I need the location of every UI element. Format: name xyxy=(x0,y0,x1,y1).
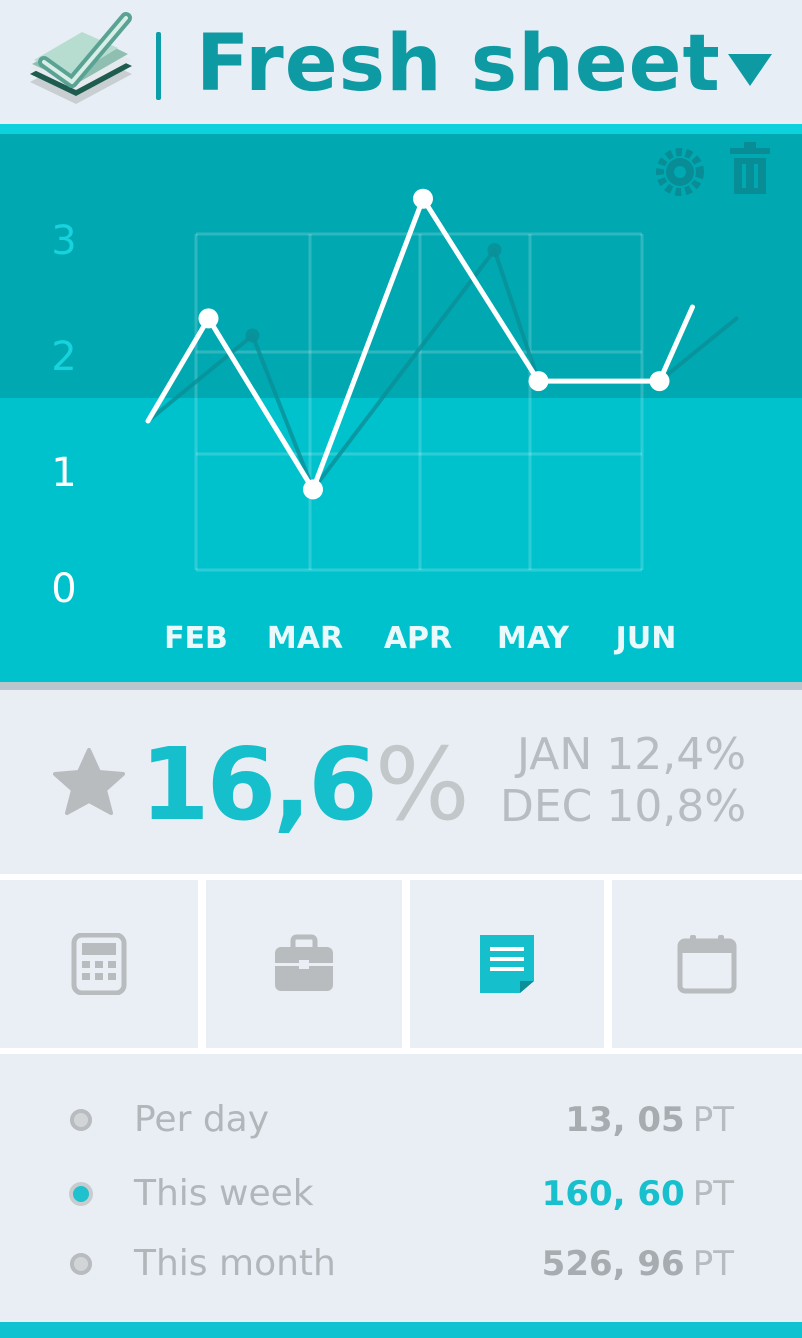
main-percentage: 16,6% xyxy=(140,730,470,840)
note-icon xyxy=(480,935,534,993)
list-item-label: This month xyxy=(134,1243,336,1284)
data-point-secondary xyxy=(245,328,260,343)
data-point xyxy=(649,371,670,392)
list-item-label: Per day xyxy=(134,1099,270,1140)
list-item[interactable]: This week 160, 60 PT xyxy=(0,1164,802,1224)
radio-bullet[interactable] xyxy=(73,1186,89,1202)
star-icon[interactable] xyxy=(52,746,126,816)
x-tick-label: APR xyxy=(384,621,452,656)
x-tick-label: JUN xyxy=(614,621,677,656)
list-item[interactable]: Per day 13, 05 PT xyxy=(0,1090,802,1150)
x-tick-label: FEB xyxy=(164,621,228,656)
y-tick-label: 1 xyxy=(51,450,76,496)
tab-note[interactable] xyxy=(410,880,604,1048)
radio-bullet[interactable] xyxy=(70,1253,92,1275)
tab-briefcase[interactable] xyxy=(206,880,402,1048)
book-check-icon xyxy=(30,12,132,104)
y-tick-label: 2 xyxy=(51,334,76,380)
list-item-value: 160, 60 PT xyxy=(541,1174,734,1214)
y-tick-label: 0 xyxy=(51,566,76,612)
y-axis: 0 1 2 3 xyxy=(51,218,76,612)
briefcase-icon xyxy=(275,934,333,991)
list-item-value: 13, 05 PT xyxy=(565,1100,734,1140)
y-tick-label: 3 xyxy=(51,218,76,264)
percentage-value: 16,6 xyxy=(140,726,378,843)
chart-panel: 0 1 2 3 FEB MAR APR MAY JUN xyxy=(0,124,802,684)
app-header: Fresh sheet xyxy=(0,0,802,124)
percentage-unit: % xyxy=(374,726,470,843)
chart-bottom-shadow xyxy=(0,682,802,690)
tab-calendar[interactable] xyxy=(612,880,802,1048)
x-axis: FEB MAR APR MAY JUN xyxy=(164,621,676,656)
caret-down-icon[interactable] xyxy=(726,50,774,88)
x-tick-label: MAR xyxy=(267,621,343,656)
list-item[interactable]: This month 526, 96 PT xyxy=(0,1234,802,1294)
data-point-secondary xyxy=(487,243,502,257)
page-title: Fresh sheet xyxy=(196,19,721,109)
radio-bullet[interactable] xyxy=(70,1109,92,1131)
comparison-jan: JAN 12,4% xyxy=(517,729,746,780)
tab-calculator[interactable] xyxy=(0,880,198,1048)
comparison-dec: DEC 10,8% xyxy=(500,781,747,832)
header-separator xyxy=(156,32,161,100)
stats-list: Per day 13, 05 PT This week 160, 60 PT Thi… xyxy=(0,1058,802,1318)
bottom-bar xyxy=(0,1322,802,1338)
data-point xyxy=(198,308,219,329)
chart-grid xyxy=(194,232,644,572)
list-item-label: This week xyxy=(134,1173,314,1214)
calendar-icon xyxy=(677,935,737,994)
data-point xyxy=(528,371,549,392)
tab-bar xyxy=(0,874,802,1054)
calculator-icon xyxy=(71,933,127,995)
gear-icon[interactable] xyxy=(656,148,704,196)
line-chart: 0 1 2 3 FEB MAR APR MAY JUN xyxy=(51,142,770,656)
x-tick-label: MAY xyxy=(497,621,570,656)
trash-icon[interactable] xyxy=(730,142,770,194)
list-item-value: 526, 96 PT xyxy=(541,1244,734,1284)
data-point xyxy=(413,188,433,209)
data-point xyxy=(303,479,323,500)
